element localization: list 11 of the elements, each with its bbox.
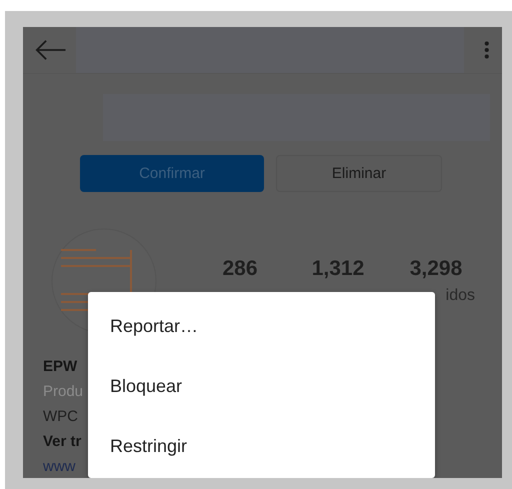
menu-item[interactable]: Reportar… xyxy=(88,296,198,356)
stat-count: 286 xyxy=(222,257,258,281)
bio-text: WPC xyxy=(43,407,78,427)
bio-text: Ver tr xyxy=(43,432,82,452)
menu-item[interactable]: Bloquear xyxy=(88,356,182,416)
bio-text: EPW xyxy=(43,357,78,377)
menu-item[interactable]: Restringir xyxy=(88,416,188,476)
back-arrow-icon[interactable] xyxy=(35,39,66,61)
stat-count: 1,312 xyxy=(312,257,364,281)
more-options-icon[interactable] xyxy=(484,40,490,60)
stat-count: 3,298 xyxy=(410,257,462,281)
